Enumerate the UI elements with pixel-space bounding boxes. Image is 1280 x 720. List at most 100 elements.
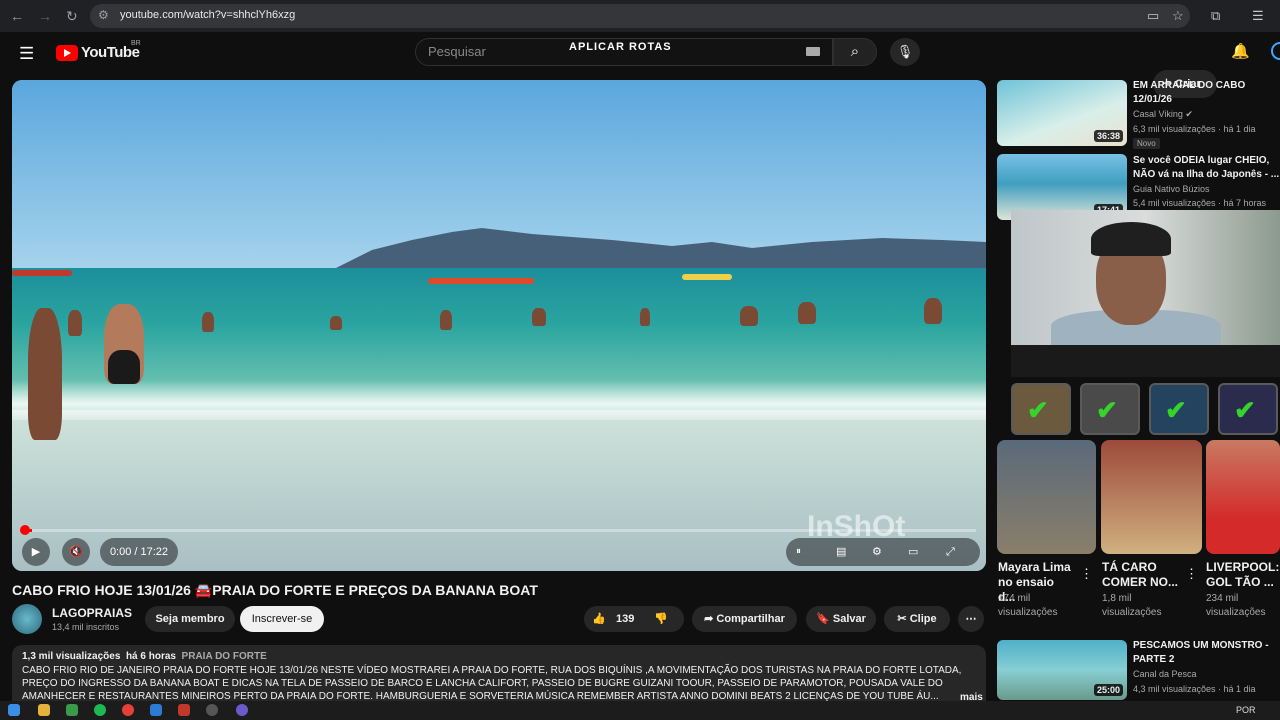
time-display: 0:00 / 17:22 — [100, 538, 178, 566]
notifications-bell-icon[interactable]: 🔔 — [1231, 42, 1250, 60]
voice-search-button[interactable]: 🎙 — [890, 38, 920, 66]
channel-name[interactable]: LAGOPRAIAS — [52, 606, 132, 620]
mute-button[interactable]: 🔇 — [62, 538, 90, 566]
webcam-overlay — [1011, 210, 1280, 345]
overlay-caption: APLICAR ROTAS — [569, 41, 672, 53]
short-thumbnail[interactable] — [1206, 440, 1280, 554]
reload-icon[interactable]: ↻ — [66, 8, 78, 25]
video-duration: 25:00 — [1093, 684, 1123, 696]
overlay-strip — [1011, 345, 1280, 377]
share-button[interactable]: ➦ Compartilhar — [692, 606, 797, 632]
short-menu-icon[interactable]: ⋮ — [1080, 566, 1093, 582]
description-box[interactable]: 1,3 mil visualizações há 6 horas PRAIA D… — [12, 645, 986, 701]
input-language[interactable]: POR — [1236, 705, 1256, 715]
banana-boat — [428, 278, 534, 284]
settings-gear-icon[interactable]: ⚙ — [872, 538, 882, 566]
play-button[interactable]: ▶ — [22, 538, 50, 566]
back-icon[interactable]: ← — [10, 8, 24, 24]
video-duration: 36:38 — [1093, 130, 1123, 142]
short-title[interactable]: TÁ CARO COMER NO... — [1102, 560, 1180, 590]
checkmark-icon: ✔ — [1234, 395, 1256, 425]
related-title[interactable]: Se você ODEIA lugar CHEIO, NÃO vá na Ilh… — [1133, 154, 1280, 182]
spotify-icon[interactable] — [94, 704, 106, 716]
discord-icon[interactable] — [236, 704, 248, 716]
person-water-6 — [640, 308, 650, 326]
reading-list-icon[interactable]: ☰ — [1252, 8, 1264, 24]
app-icon[interactable] — [150, 704, 162, 716]
show-more-link[interactable]: mais — [960, 692, 983, 701]
achievement-tile: ✔ — [1011, 383, 1071, 435]
related-channel[interactable]: Guia Nativo Búzios — [1133, 184, 1210, 194]
clip-label: Clipe — [909, 613, 937, 625]
dislike-icon[interactable]: 👎 — [654, 606, 668, 632]
related-thumbnail[interactable]: 25:00 — [997, 640, 1127, 700]
more-actions-button[interactable]: ⋯ — [958, 606, 984, 632]
scrubber-handle[interactable] — [20, 525, 30, 535]
description-line: CABO FRIO RIO DE JANEIRO PRAIA DO FORTE … — [22, 665, 962, 676]
like-icon[interactable]: 👍 — [592, 606, 606, 632]
youtube-logo[interactable]: YouTube BR — [56, 40, 141, 61]
fullscreen-icon[interactable]: ⤢ — [946, 538, 955, 566]
site-settings-icon[interactable]: ⚙ — [98, 8, 109, 22]
related-title[interactable]: EM ARRAIAL DO CABO 12/01/26 — [1133, 79, 1280, 107]
more-dots-icon: ⋯ — [965, 613, 977, 625]
short-thumbnail[interactable] — [997, 440, 1096, 554]
youtube-header: ☰ YouTube BR ＋ Criar — [0, 32, 1280, 98]
like-count[interactable]: 139 — [616, 606, 634, 632]
short-menu-icon[interactable]: ⋮ — [1185, 566, 1198, 582]
app-icon[interactable] — [206, 704, 218, 716]
theater-mode-icon[interactable]: ▭ — [908, 538, 918, 566]
description-line: PREÇO DO INGRESSO DA BANANA BOAT E DICAS… — [22, 678, 943, 689]
chrome-icon[interactable] — [122, 704, 134, 716]
related-channel[interactable]: Casal Viking ✔ — [1133, 109, 1193, 120]
start-icon[interactable] — [8, 704, 20, 716]
install-app-icon[interactable]: ▭ — [1147, 8, 1159, 24]
search-button[interactable]: ⌕ — [833, 38, 877, 66]
address-bar[interactable]: ⚙ youtube.com/watch?v=shhclYh6xzg — [90, 4, 1190, 28]
share-icon: ➦ — [704, 613, 714, 625]
clip-button[interactable]: ✂ Clipe — [884, 606, 950, 632]
share-label: Compartilhar — [716, 613, 785, 625]
keyboard-icon[interactable] — [806, 47, 820, 56]
checkmark-icon: ✔ — [1027, 395, 1049, 425]
view-count: 1,3 mil visualizações — [22, 651, 121, 662]
extensions-icon[interactable]: ⧉ — [1211, 8, 1220, 24]
subscriber-count: 13,4 mil inscritos — [52, 622, 120, 632]
join-button[interactable]: Seja membro — [145, 606, 235, 632]
app-icon[interactable] — [178, 704, 190, 716]
channel-avatar[interactable] — [12, 604, 42, 634]
person-water-7 — [740, 306, 758, 326]
bookmark-star-icon[interactable]: ☆ — [1172, 8, 1184, 24]
menu-icon[interactable]: ☰ — [19, 44, 34, 64]
browser-toolbar: ← → ↻ ⚙ youtube.com/watch?v=shhclYh6xzg … — [0, 0, 1280, 32]
short-title[interactable]: LIVERPOOL: GOL TÃO ... — [1206, 560, 1280, 590]
video-player[interactable]: InShOt ▶ 🔇 0:00 / 17:22 ⏸ ▤ ⚙ ▭ ⤢ — [12, 80, 986, 571]
hashtag-link[interactable]: PRAIA DO FORTE — [182, 651, 267, 662]
forward-icon[interactable]: → — [38, 8, 52, 24]
subtitles-icon[interactable]: ▤ — [836, 538, 846, 566]
related-title[interactable]: PESCAMOS UM MONSTRO - PARTE 2 — [1133, 639, 1280, 667]
subscribe-button[interactable]: Inscrever-se — [240, 606, 324, 632]
achievement-tile: ✔ — [1149, 383, 1209, 435]
achievement-tile: ✔ — [1080, 383, 1140, 435]
muted-speaker-icon: 🔇 — [69, 546, 83, 558]
short-thumbnail[interactable] — [1101, 440, 1202, 554]
related-thumbnail[interactable]: 36:38 — [997, 80, 1127, 146]
progress-bar[interactable] — [20, 525, 976, 535]
person-water-5 — [532, 308, 546, 326]
person-water-9 — [924, 298, 942, 324]
save-button[interactable]: 🔖 Salvar — [806, 606, 876, 632]
person-shorts — [108, 350, 140, 384]
description-line: AMANHECER E RESTAURANTES MINEIROS PERTO … — [22, 691, 939, 701]
person-water-8 — [798, 302, 816, 324]
right-controls: ⏸ ▤ ⚙ ▭ ⤢ — [786, 538, 980, 566]
search-icon: ⌕ — [850, 43, 860, 60]
file-explorer-icon[interactable] — [38, 704, 50, 716]
app-icon[interactable] — [66, 704, 78, 716]
short-views: 1,8 mil visualizações — [1102, 593, 1162, 618]
checkmark-icon: ✔ — [1096, 395, 1118, 425]
related-channel[interactable]: Canal da Pesca — [1133, 669, 1197, 679]
autoplay-toggle-icon[interactable]: ⏸ — [796, 538, 801, 566]
related-views: 4,3 mil visualizações · há 1 dia — [1133, 684, 1256, 694]
upload-age: há 6 horas — [125, 651, 176, 662]
